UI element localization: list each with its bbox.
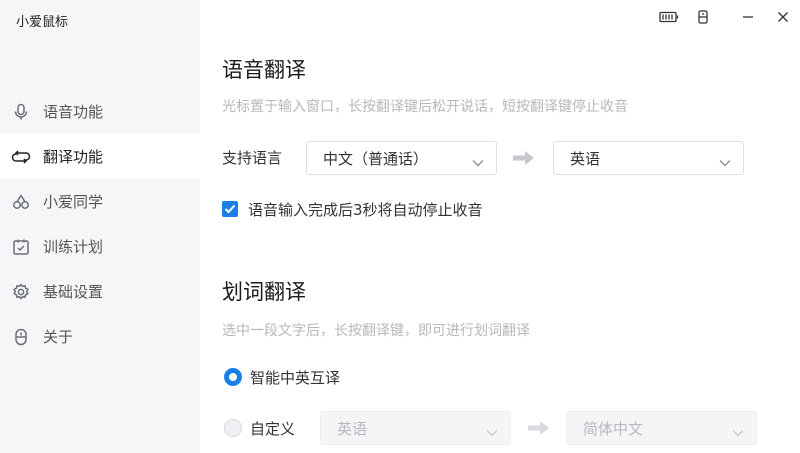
auto-stop-label[interactable]: 语音输入完成后3秒将自动停止收音	[248, 199, 483, 220]
xiaoai-icon	[11, 192, 31, 212]
chevron-down-icon	[732, 423, 744, 441]
sidebar-item-label: 关于	[43, 328, 74, 346]
calendar-check-icon	[11, 237, 31, 257]
title-bar	[200, 0, 800, 34]
sidebar-item-label: 语音功能	[43, 103, 104, 121]
smart-translate-radio[interactable]	[224, 368, 242, 386]
word-translation-hint: 选中一段文字后，长按翻译键，即可进行划词翻译	[222, 323, 530, 339]
custom-source-value: 英语	[337, 419, 368, 438]
sidebar-item-label: 小爱同学	[43, 193, 104, 211]
sidebar-item-training[interactable]: 训练计划	[0, 224, 200, 269]
device-icon[interactable]	[692, 7, 714, 27]
chevron-down-icon	[719, 153, 731, 171]
app-title: 小爱鼠标	[16, 15, 69, 30]
custom-target-value: 简体中文	[583, 419, 644, 438]
custom-translate-label[interactable]: 自定义	[250, 418, 295, 439]
voice-translation-hint: 光标置于输入窗口，长按翻译键后松开说话，短按翻译键停止收音	[222, 99, 628, 115]
sidebar-item-label: 翻译功能	[43, 148, 104, 166]
custom-target-select[interactable]: 简体中文	[566, 411, 757, 445]
auto-stop-checkbox[interactable]	[222, 201, 238, 217]
arrow-right-icon	[513, 150, 535, 166]
arrow-right-icon	[528, 420, 550, 436]
battery-icon[interactable]	[658, 7, 680, 27]
sidebar-item-xiaoai[interactable]: 小爱同学	[0, 179, 200, 224]
sidebar-item-label: 训练计划	[43, 238, 104, 256]
minimize-icon[interactable]	[737, 7, 759, 27]
target-language-select[interactable]: 英语	[553, 141, 744, 175]
voice-translation-title: 语音翻译	[222, 58, 306, 82]
custom-translate-radio[interactable]	[224, 419, 242, 437]
smart-translate-label[interactable]: 智能中英互译	[250, 367, 340, 388]
support-language-label: 支持语言	[222, 149, 283, 167]
translate-icon	[11, 147, 31, 167]
source-language-value: 中文（普通话）	[323, 149, 429, 168]
gear-icon	[11, 282, 31, 302]
sidebar-item-settings[interactable]: 基础设置	[0, 269, 200, 314]
chevron-down-icon	[472, 153, 484, 171]
sidebar-item-about[interactable]: 关于	[0, 314, 200, 359]
word-translation-title: 划词翻译	[222, 280, 306, 304]
mouse-icon	[11, 327, 31, 347]
microphone-icon	[11, 102, 31, 122]
sidebar: 小爱鼠标 语音功能 翻译功能 小爱同学 训练计划 基础设置 关于	[0, 0, 200, 453]
chevron-down-icon	[486, 423, 498, 441]
sidebar-item-label: 基础设置	[43, 283, 104, 301]
close-icon[interactable]	[772, 7, 794, 27]
sidebar-item-voice[interactable]: 语音功能	[0, 89, 200, 134]
target-language-value: 英语	[570, 149, 601, 168]
sidebar-item-translate[interactable]: 翻译功能	[0, 134, 200, 179]
custom-source-select[interactable]: 英语	[320, 411, 511, 445]
sidebar-nav: 语音功能 翻译功能 小爱同学 训练计划 基础设置 关于	[0, 89, 200, 359]
source-language-select[interactable]: 中文（普通话）	[306, 141, 497, 175]
